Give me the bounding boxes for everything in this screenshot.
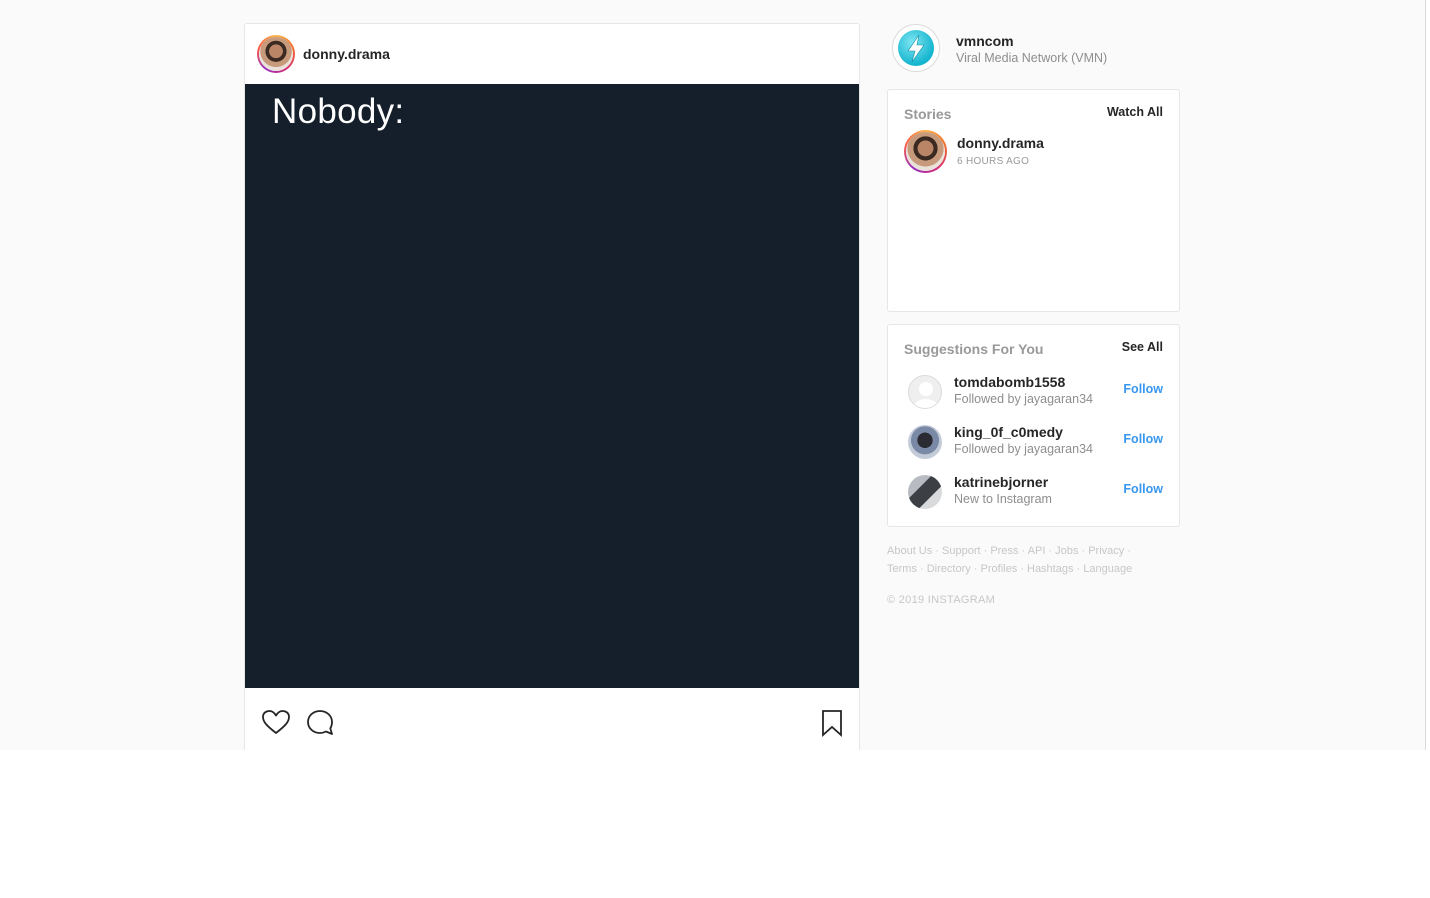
see-all-link[interactable]: See All: [1122, 340, 1163, 354]
footer-link-privacy[interactable]: Privacy: [1088, 545, 1124, 557]
footer-link-language[interactable]: Language: [1083, 563, 1132, 575]
suggestion-subtitle: Followed by jayagaran34: [954, 392, 1093, 406]
footer-link-directory[interactable]: Directory: [927, 563, 971, 575]
follow-button[interactable]: Follow: [1123, 432, 1163, 446]
default-avatar-icon: [914, 382, 938, 408]
post-avatar[interactable]: [257, 35, 295, 73]
follow-button[interactable]: Follow: [1123, 382, 1163, 396]
suggestion-username[interactable]: katrinebjorner: [954, 474, 1048, 490]
copyright: © 2019 INSTAGRAM: [887, 594, 996, 606]
post-actions: [245, 688, 859, 748]
footer-link-jobs[interactable]: Jobs: [1055, 545, 1078, 557]
post-image-text: Nobody:: [272, 92, 405, 131]
profile-username[interactable]: vmncom: [956, 33, 1014, 49]
suggestion-username[interactable]: tomdabomb1558: [954, 374, 1065, 390]
lightning-bolt-icon: [907, 34, 925, 63]
footer-link-terms[interactable]: Terms: [887, 563, 917, 575]
person-avatar-icon: [906, 132, 945, 171]
footer-link-profiles[interactable]: Profiles: [981, 563, 1018, 575]
footer-link-about[interactable]: About Us: [887, 545, 932, 557]
feed-viewport: donny.drama Nobody: vmncom Viral Media N…: [0, 0, 1425, 750]
footer-link-support[interactable]: Support: [942, 545, 981, 557]
suggestion-item: king_0f_c0medy Followed by jayagaran34 F…: [888, 419, 1181, 459]
post-image[interactable]: Nobody:: [245, 84, 859, 688]
like-button[interactable]: [261, 708, 291, 738]
profile-full-name: Viral Media Network (VMN): [956, 51, 1108, 65]
comment-button[interactable]: [305, 708, 335, 738]
suggestion-subtitle: Followed by jayagaran34: [954, 442, 1093, 456]
suggestion-avatar[interactable]: [908, 425, 942, 459]
suggestion-username[interactable]: king_0f_c0medy: [954, 424, 1063, 440]
footer-link-press[interactable]: Press: [990, 545, 1018, 557]
story-timestamp: 6 HOURS AGO: [957, 156, 1030, 167]
suggestion-avatar[interactable]: [908, 375, 942, 409]
suggestions-panel: Suggestions For You See All tomdabomb155…: [887, 324, 1180, 527]
story-avatar: [904, 130, 947, 173]
footer-link-hashtags[interactable]: Hashtags: [1027, 563, 1073, 575]
profile-avatar[interactable]: [892, 24, 940, 72]
follow-button[interactable]: Follow: [1123, 482, 1163, 496]
save-button[interactable]: [817, 708, 847, 738]
post-card: donny.drama Nobody:: [244, 23, 860, 750]
footer-link-api[interactable]: API: [1028, 545, 1046, 557]
footer-links: About Us · Support · Press · API · Jobs …: [887, 545, 1133, 575]
story-username: donny.drama: [957, 135, 1044, 151]
current-user-profile: vmncom Viral Media Network (VMN): [892, 24, 1182, 74]
suggestion-avatar[interactable]: [908, 475, 942, 509]
suggestion-item: katrinebjorner New to Instagram Follow: [888, 469, 1181, 509]
window-divider: [1425, 0, 1426, 750]
story-item[interactable]: donny.drama 6 HOURS AGO: [888, 90, 1179, 180]
heart-icon: [262, 710, 290, 734]
comment-icon: [307, 710, 333, 735]
suggestion-subtitle: New to Instagram: [954, 492, 1052, 506]
bookmark-icon: [822, 710, 842, 738]
suggestions-title: Suggestions For You: [904, 341, 1044, 357]
suggestion-item: tomdabomb1558 Followed by jayagaran34 Fo…: [888, 369, 1181, 409]
person-avatar-icon: [259, 37, 293, 71]
post-username[interactable]: donny.drama: [303, 46, 390, 62]
stories-panel: Stories Watch All donny.drama 6 HOURS AG…: [887, 89, 1180, 312]
post-header: donny.drama: [245, 24, 859, 85]
